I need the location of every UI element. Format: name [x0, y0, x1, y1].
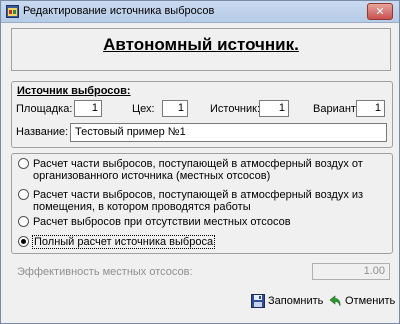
name-label: Название:	[16, 126, 69, 138]
option-label: Полный расчет источника выброса	[31, 235, 216, 249]
shop-label: Цех:	[132, 103, 155, 115]
title-bar[interactable]: Редактирование источника выбросов ✕	[1, 1, 399, 23]
source-input[interactable]: 1	[259, 100, 289, 117]
floppy-disk-icon	[251, 294, 265, 308]
radio-button[interactable]	[18, 189, 29, 200]
calculation-options-group: Расчет части выбросов, поступающей в атм…	[11, 153, 393, 254]
source-label: Источник:	[210, 103, 261, 115]
header-panel: Автономный источник.	[11, 28, 391, 71]
option-label: Расчет части выбросов, поступающей в атм…	[33, 189, 364, 213]
save-label: Запомнить	[268, 295, 324, 307]
variant-label: Вариант:	[313, 103, 360, 115]
name-input[interactable]: Тестовый пример №1	[70, 123, 387, 142]
option-label: Расчет части выбросов, поступающей в атм…	[33, 158, 363, 182]
efficiency-input: 1.00	[312, 263, 390, 280]
radio-button[interactable]	[18, 216, 29, 227]
app-icon	[6, 5, 19, 18]
radio-button-selected[interactable]	[18, 236, 29, 247]
close-icon: ✕	[375, 5, 385, 18]
undo-arrow-icon	[328, 294, 342, 308]
shop-input[interactable]: 1	[162, 100, 188, 117]
close-button[interactable]: ✕	[367, 3, 393, 20]
dialog-window: Редактирование источника выбросов ✕ Авто…	[0, 0, 400, 324]
window-title: Редактирование источника выбросов	[23, 5, 215, 17]
cancel-button[interactable]: Отменить	[328, 292, 395, 310]
page-title: Автономный источник.	[103, 35, 299, 54]
efficiency-label: Эффективность местных отсосов:	[17, 266, 193, 278]
area-label: Площадка:	[16, 103, 73, 115]
area-input[interactable]: 1	[74, 100, 102, 117]
source-group-label: Источник выбросов:	[16, 85, 132, 97]
source-group: Источник выбросов: Площадка: 1 Цех: 1 Ис…	[11, 81, 393, 148]
option-label: Расчет выбросов при отсутствии местных о…	[33, 216, 291, 228]
variant-input[interactable]: 1	[356, 100, 385, 117]
cancel-label: Отменить	[345, 295, 396, 307]
radio-button[interactable]	[18, 158, 29, 169]
save-button[interactable]: Запомнить	[251, 292, 323, 310]
